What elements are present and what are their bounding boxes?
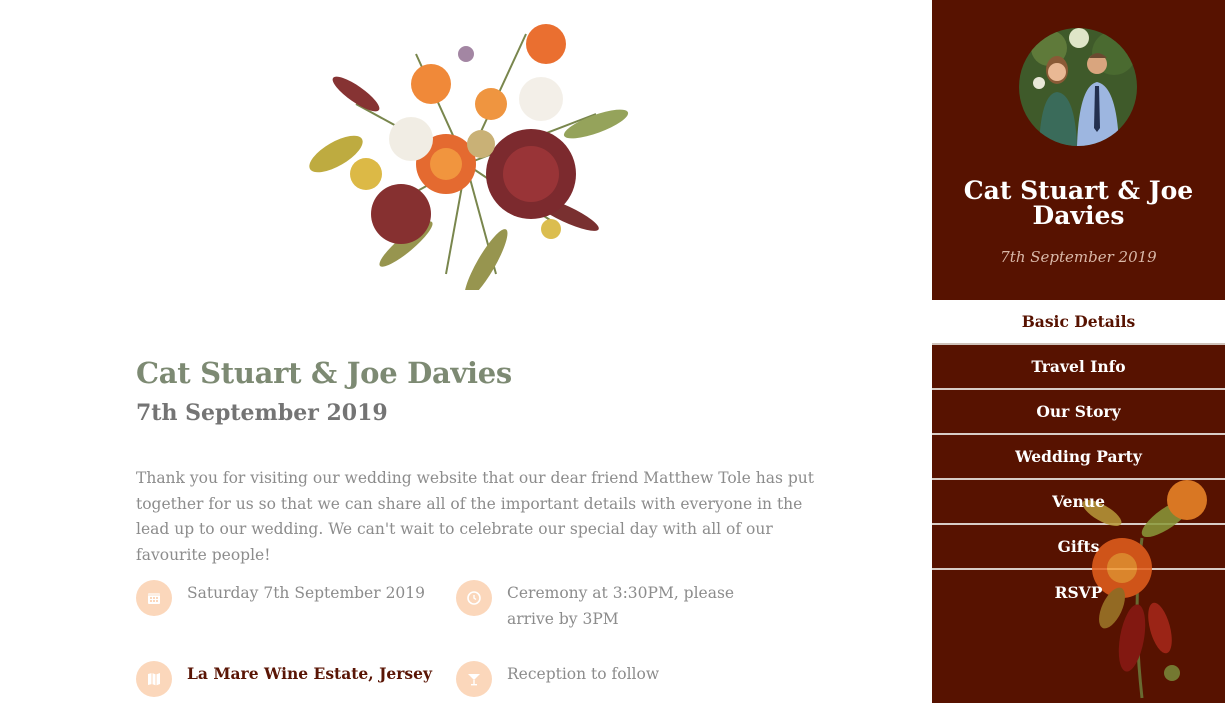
main-content: Cat Stuart & Joe Davies 7th September 20…: [0, 0, 932, 703]
nav-item-gifts[interactable]: Gifts: [932, 525, 1225, 570]
floral-bouquet-illustration: [309, 24, 629, 290]
detail-reception-text: Reception to follow: [507, 665, 660, 683]
calendar-icon: [136, 580, 172, 616]
nav-item-our-story[interactable]: Our Story: [932, 390, 1225, 435]
sidebar-nav: Basic Details Travel Info Our Story Wedd…: [932, 300, 1225, 615]
nav-item-venue[interactable]: Venue: [932, 480, 1225, 525]
nav-label: Venue: [1052, 492, 1105, 511]
cocktail-icon: [456, 661, 492, 697]
nav-item-basic-details[interactable]: Basic Details: [932, 300, 1225, 345]
nav-item-travel-info[interactable]: Travel Info: [932, 345, 1225, 390]
nav-label: Travel Info: [1031, 357, 1126, 376]
intro-paragraph: Thank you for visiting our wedding websi…: [136, 469, 814, 564]
sidebar-date: 7th September 2019: [1000, 248, 1157, 266]
map-icon: [136, 661, 172, 697]
nav-item-wedding-party[interactable]: Wedding Party: [932, 435, 1225, 480]
nav-label: Our Story: [1036, 402, 1121, 421]
clock-icon: [456, 580, 492, 616]
page-subtitle-date: 7th September 2019: [136, 400, 388, 426]
nav-label: Basic Details: [1021, 312, 1136, 331]
nav-item-rsvp[interactable]: RSVP: [932, 570, 1225, 615]
detail-date-text: Saturday 7th September 2019: [187, 584, 426, 602]
nav-label: Gifts: [1057, 537, 1100, 556]
nav-label: RSVP: [1054, 583, 1103, 602]
detail-date: Saturday 7th September 2019: [136, 580, 436, 616]
page-title: Cat Stuart & Joe Davies: [136, 356, 512, 390]
detail-time-text: Ceremony at 3:30PM, please arrive by 3PM: [507, 584, 735, 628]
sidebar-title: Cat Stuart & Joe Davies: [963, 176, 1194, 230]
detail-venue: La Mare Wine Estate, Jersey: [136, 661, 436, 697]
detail-time: Ceremony at 3:30PM, please arrive by 3PM: [456, 580, 776, 632]
venue-link[interactable]: La Mare Wine Estate, Jersey: [187, 661, 432, 687]
sidebar: Cat Stuart & Joe Davies 7th September 20…: [932, 0, 1225, 703]
nav-label: Wedding Party: [1015, 447, 1142, 466]
couple-photo-avatar: [1019, 28, 1137, 146]
detail-reception: Reception to follow: [456, 661, 756, 697]
